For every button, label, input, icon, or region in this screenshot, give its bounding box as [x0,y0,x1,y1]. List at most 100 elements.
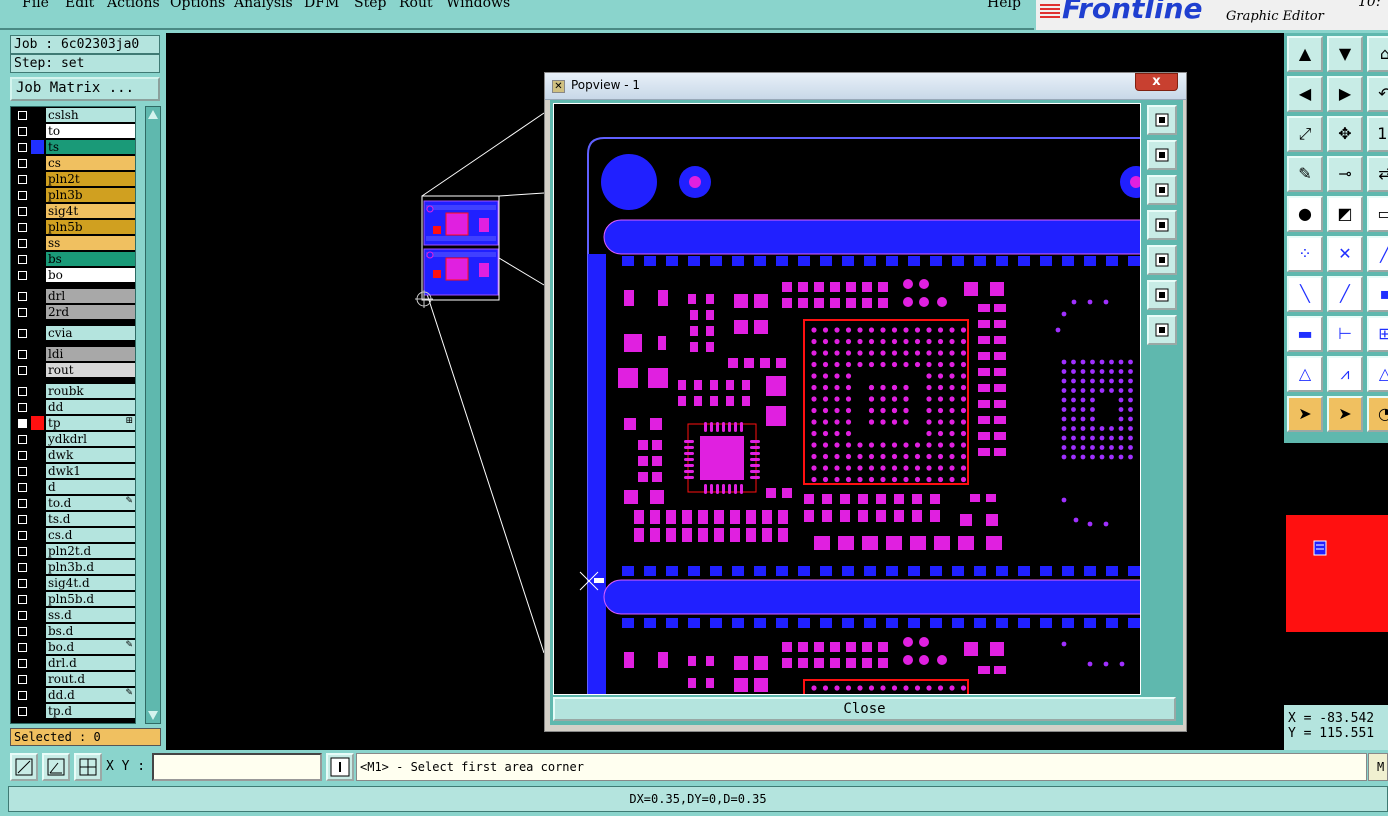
grid-tool-button[interactable]: ⊞ [1367,316,1388,352]
layer-color-swatch[interactable] [31,289,44,303]
layer-row[interactable]: ss [11,235,135,251]
menu-analysis[interactable]: Analysis [234,0,293,11]
layer-color-swatch[interactable] [31,544,44,558]
layer-row[interactable]: dwk [11,447,135,463]
layer-color-swatch[interactable] [31,188,44,202]
triangle-tool-button[interactable]: △ [1287,356,1323,392]
snap-mode-button[interactable] [10,753,38,781]
mode-indicator[interactable]: M [1368,753,1388,781]
layer-name[interactable]: pln3b.d [46,560,135,574]
layer-row[interactable]: dd [11,399,135,415]
layer-checkbox[interactable] [18,594,27,604]
layer-name[interactable]: dwk1 [46,464,135,478]
pad-tool-button[interactable]: ▬ [1287,316,1323,352]
layer-checkbox[interactable] [18,291,27,301]
layer-name[interactable]: cvia [46,326,135,340]
layer-name[interactable]: to [46,124,135,138]
layer-color-swatch[interactable] [31,624,44,638]
area-select-tool-button[interactable]: ◩ [1327,196,1363,232]
line-tool-button[interactable]: ╱ [1367,236,1388,272]
layer-color-swatch[interactable] [31,480,44,494]
layer-row[interactable]: ldi [11,346,135,362]
layer-row[interactable]: ydkdrl [11,431,135,447]
triangle-alt-tool-button[interactable]: △ [1367,356,1388,392]
layer-row[interactable]: to.d ✎ [11,495,135,511]
layer-checkbox[interactable] [18,450,27,460]
arrow-triangle-tool-button[interactable]: ⩘ [1327,356,1363,392]
snap-tool-button[interactable]: ⊸ [1327,156,1363,192]
layer-row[interactable]: cvia [11,325,135,341]
layer-checkbox[interactable] [18,530,27,540]
zoom-fit-button[interactable] [1147,280,1177,310]
cross-tool-button[interactable]: ✕ [1327,236,1363,272]
measure-tool-button[interactable]: ⇄ [1367,156,1388,192]
layer-checkbox[interactable] [18,365,27,375]
slope-tool-button[interactable]: ╲ [1287,276,1323,312]
layer-checkbox[interactable] [18,238,27,248]
layer-checkbox[interactable] [18,254,27,264]
layer-color-swatch[interactable] [31,172,44,186]
layer-row[interactable]: roubk [11,383,135,399]
layer-checkbox[interactable] [18,498,27,508]
palette-tool-button[interactable]: ✎ [1287,156,1323,192]
layer-row[interactable]: bo.d ✎ [11,639,135,655]
layer-color-swatch[interactable] [31,326,44,340]
layer-row[interactable]: ts.d [11,511,135,527]
layer-color-swatch[interactable] [31,592,44,606]
layer-row[interactable]: tp.d [11,703,135,719]
grid-mode-button[interactable] [74,753,102,781]
layer-name[interactable]: sig4t [46,204,135,218]
scroll-up-icon[interactable] [148,110,158,119]
menu-windows[interactable]: Windows [446,0,510,11]
layer-name[interactable]: 2rd [46,305,135,319]
layer-name[interactable]: bo [46,268,135,282]
layer-color-swatch[interactable] [31,236,44,250]
layer-name[interactable]: cslsh [46,108,135,122]
popview-canvas[interactable] [553,103,1141,695]
layer-row[interactable]: pln2t.d [11,543,135,559]
layer-checkbox[interactable] [18,690,27,700]
layer-row[interactable]: sig4t.d [11,575,135,591]
layer-row[interactable]: pln3b.d [11,559,135,575]
layer-color-swatch[interactable] [31,252,44,266]
popview-titlebar[interactable]: ✕ Popview - 1 [545,73,1186,100]
layer-color-swatch[interactable] [31,363,44,377]
layer-checkbox[interactable] [18,434,27,444]
layer-checkbox[interactable] [18,578,27,588]
layer-name[interactable]: ts [46,140,135,154]
layer-color-swatch[interactable] [31,416,44,430]
layer-color-swatch[interactable] [31,220,44,234]
menu-file[interactable]: File [22,0,49,11]
layer-color-swatch[interactable] [31,608,44,622]
layer-name[interactable]: bs [46,252,135,266]
layer-name[interactable]: tp.d [46,704,135,718]
layer-color-swatch[interactable] [31,688,44,702]
menu-help[interactable]: Help [987,0,1021,11]
layer-name[interactable]: dd.d [46,688,135,702]
layer-color-swatch[interactable] [31,124,44,138]
undo-view-tool-button[interactable]: ↶ [1367,76,1388,112]
layer-name[interactable]: drl.d [46,656,135,670]
layer-color-swatch[interactable] [31,108,44,122]
layer-checkbox[interactable] [18,642,27,652]
layer-checkbox[interactable] [18,110,27,120]
layer-row[interactable]: rout [11,362,135,378]
layer-name[interactable]: roubk [46,384,135,398]
layer-name[interactable]: ldi [46,347,135,361]
pan-down-tool-button[interactable]: ▼ [1327,36,1363,72]
layer-row[interactable]: cslsh [11,107,135,123]
layer-row[interactable]: pln3b [11,187,135,203]
pan-left-tool-button[interactable]: ◀ [1287,76,1323,112]
info-button[interactable] [326,753,354,781]
layer-name[interactable]: ydkdrl [46,432,135,446]
layer-name[interactable]: rout.d [46,672,135,686]
layer-row[interactable]: drl [11,288,135,304]
layer-checkbox[interactable] [18,562,27,572]
layer-color-swatch[interactable] [31,496,44,510]
layer-row[interactable]: pln5b.d [11,591,135,607]
pointer-alt-tool-button[interactable]: ➤ [1327,396,1363,432]
layer-checkbox[interactable] [18,402,27,412]
layer-name[interactable]: pln2t [46,172,135,186]
pan-left-button[interactable] [1147,210,1177,240]
layer-name[interactable]: sig4t.d [46,576,135,590]
